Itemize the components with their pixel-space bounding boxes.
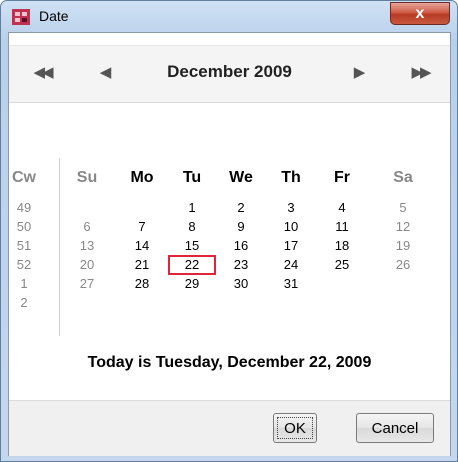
- day-cell[interactable]: 25: [322, 255, 362, 274]
- week-number: 51: [16, 238, 32, 253]
- day-cell[interactable]: 15: [172, 236, 212, 255]
- day-cell[interactable]: 16: [221, 236, 261, 255]
- column-header-tu: Tu: [182, 169, 202, 186]
- cancel-label: Cancel: [371, 420, 419, 437]
- focus-ring: [277, 417, 313, 439]
- day-cell[interactable]: 6: [67, 217, 107, 236]
- day-cell[interactable]: 3: [271, 198, 311, 217]
- column-header-fr: Fr: [334, 169, 350, 186]
- day-cell[interactable]: 18: [322, 236, 362, 255]
- day-cell[interactable]: 31: [271, 274, 311, 293]
- week-number: 52: [16, 257, 32, 272]
- day-cell[interactable]: 7: [122, 217, 162, 236]
- title-bar[interactable]: Date x: [1, 1, 457, 31]
- day-cell[interactable]: 1: [172, 198, 212, 217]
- day-cell[interactable]: 4: [322, 198, 362, 217]
- close-button[interactable]: x: [390, 2, 450, 25]
- day-cell[interactable]: 24: [271, 255, 311, 274]
- column-header-th: Th: [281, 169, 301, 186]
- day-cell[interactable]: 17: [271, 236, 311, 255]
- day-cell[interactable]: 10: [271, 217, 311, 236]
- button-bar: OK Cancel: [9, 400, 450, 456]
- day-cell[interactable]: 9: [221, 217, 261, 236]
- column-header-sa: Sa: [393, 169, 413, 186]
- date-dialog: Date x ◀◀ ◀ December 2009 ▶ ▶▶ Cw Su Mo Tu W…: [0, 0, 458, 462]
- close-icon: x: [415, 5, 425, 22]
- day-cell[interactable]: 8: [172, 217, 212, 236]
- next-year-button[interactable]: ▶▶: [405, 61, 435, 85]
- day-cell[interactable]: 2: [221, 198, 261, 217]
- column-header-we: We: [229, 169, 253, 186]
- day-cell[interactable]: 20: [67, 255, 107, 274]
- day-cell[interactable]: 12: [383, 217, 423, 236]
- week-column-divider: [59, 158, 60, 336]
- column-header-su: Su: [76, 169, 98, 186]
- week-number: 2: [20, 295, 28, 310]
- day-cell[interactable]: 28: [122, 274, 162, 293]
- month-navigation: ◀◀ ◀ December 2009 ▶ ▶▶: [9, 45, 450, 103]
- day-cell[interactable]: 5: [383, 198, 423, 217]
- day-cell[interactable]: 29: [172, 274, 212, 293]
- day-cell[interactable]: 14: [122, 236, 162, 255]
- day-cell[interactable]: 23: [221, 255, 261, 274]
- week-number: 49: [16, 200, 32, 215]
- day-cell[interactable]: 27: [67, 274, 107, 293]
- column-header-cw: Cw: [12, 169, 36, 186]
- right-arrow-icon: ▶: [353, 64, 365, 81]
- cancel-button[interactable]: Cancel: [356, 413, 434, 443]
- window-title: Date: [39, 8, 69, 24]
- today-highlight: [168, 255, 216, 275]
- next-month-button[interactable]: ▶: [343, 61, 373, 85]
- day-cell[interactable]: 30: [221, 274, 261, 293]
- app-icon: [12, 9, 30, 25]
- week-number: 50: [16, 219, 32, 234]
- dialog-content: ◀◀ ◀ December 2009 ▶ ▶▶ Cw Su Mo Tu We Th Fr Sa…: [8, 32, 451, 456]
- column-header-mo: Mo: [130, 169, 154, 186]
- day-cell[interactable]: 13: [67, 236, 107, 255]
- day-cell[interactable]: 26: [383, 255, 423, 274]
- today-label[interactable]: Today is Tuesday, December 22, 2009: [9, 354, 450, 372]
- double-right-arrow-icon: ▶▶: [411, 64, 431, 81]
- day-cell[interactable]: 21: [122, 255, 162, 274]
- day-cell[interactable]: 11: [322, 217, 362, 236]
- week-number: 1: [20, 276, 28, 291]
- ok-button[interactable]: OK: [273, 413, 317, 443]
- day-cell[interactable]: 19: [383, 236, 423, 255]
- month-year-label: December 2009: [167, 62, 292, 81]
